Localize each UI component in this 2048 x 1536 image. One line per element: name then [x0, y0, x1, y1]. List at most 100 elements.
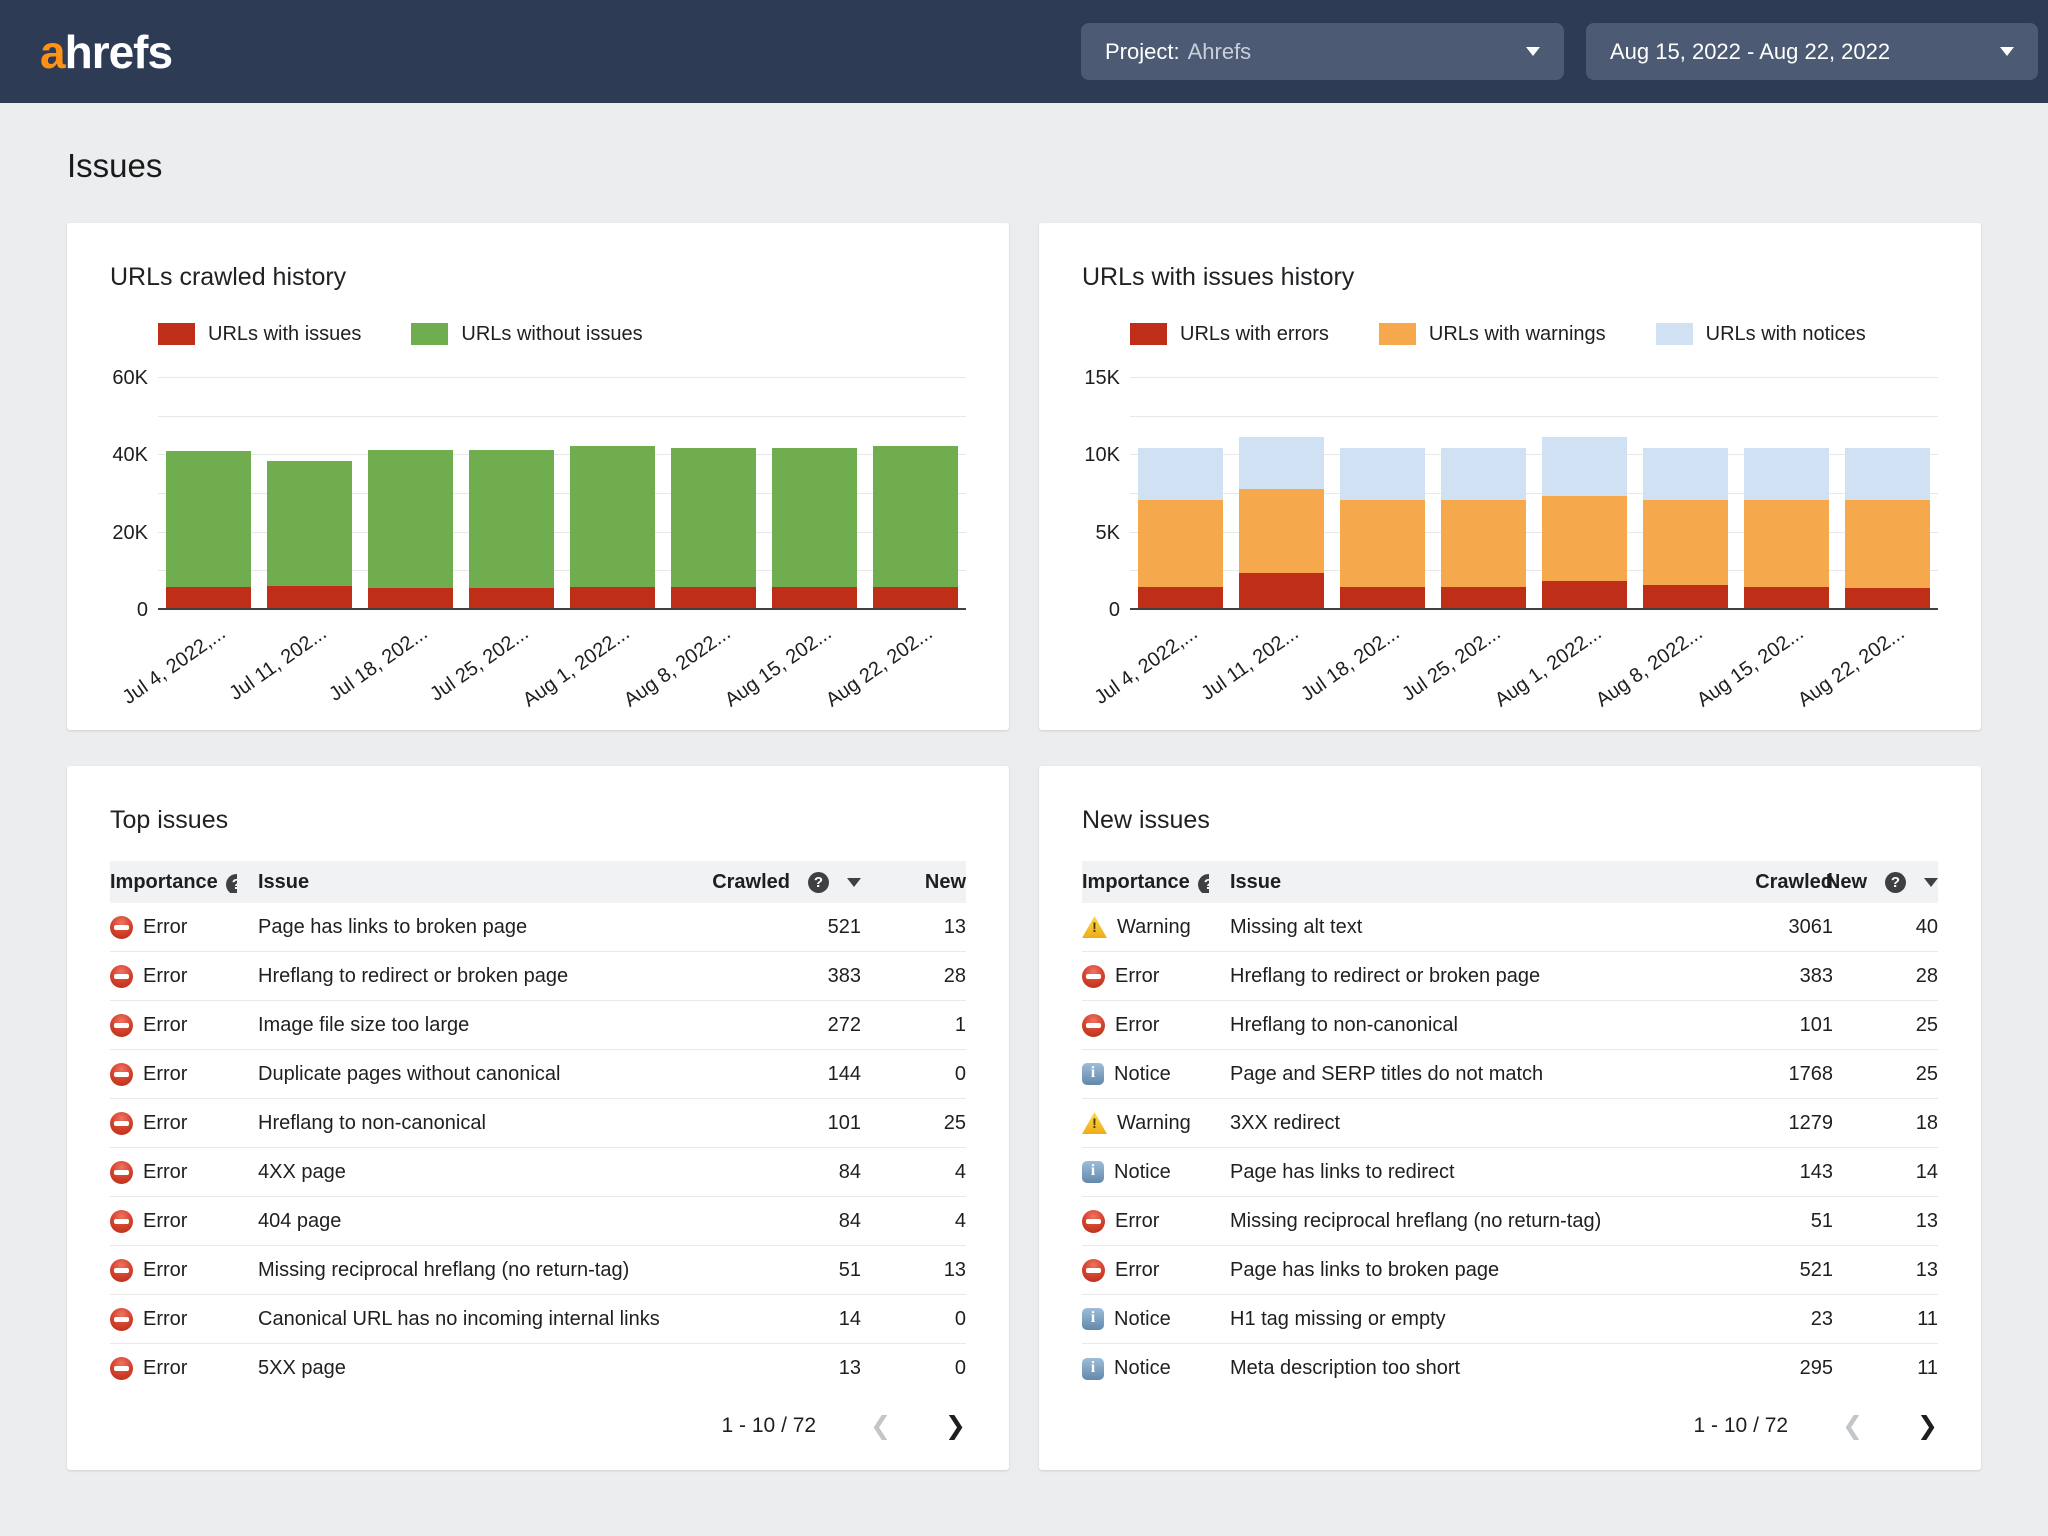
table-row[interactable]: Error Duplicate pages without canonical 14… — [110, 1050, 966, 1099]
issue-link[interactable]: Missing reciprocal hreflang (no return-t… — [1230, 1210, 1683, 1233]
bar-segment[interactable] — [1744, 500, 1829, 587]
issue-link[interactable]: Page has links to redirect — [1230, 1161, 1683, 1184]
table-row[interactable]: Error Hreflang to redirect or broken page… — [1082, 952, 1938, 1001]
bar-segment[interactable] — [1441, 586, 1526, 610]
bar-segment[interactable] — [1643, 500, 1728, 586]
bar-segment[interactable] — [1643, 585, 1728, 610]
bar-segment[interactable] — [368, 449, 453, 588]
issue-link[interactable]: Image file size too large — [258, 1014, 711, 1037]
bar-segment[interactable] — [267, 461, 352, 587]
issue-link[interactable]: 4XX page — [258, 1161, 711, 1184]
table-row[interactable]: Notice Page and SERP titles do not match 1… — [1082, 1050, 1938, 1099]
issue-link[interactable]: Hreflang to redirect or broken page — [258, 965, 711, 988]
help-icon-clipped[interactable]: ? — [1197, 872, 1209, 893]
table-row[interactable]: Notice H1 tag missing or empty 23 11 — [1082, 1295, 1938, 1344]
bar-segment[interactable] — [1340, 586, 1425, 610]
bar-segment[interactable] — [1542, 580, 1627, 610]
bar-segment[interactable] — [1643, 447, 1728, 501]
column-header-importance[interactable]: Importance? — [1082, 871, 1230, 894]
help-icon[interactable]: ? — [808, 871, 829, 893]
column-header-importance[interactable]: Importance? — [110, 871, 258, 894]
help-icon-clipped[interactable]: ? — [225, 872, 237, 893]
bar-segment[interactable] — [1138, 586, 1223, 610]
bar-segment[interactable] — [1845, 447, 1930, 501]
column-header-issue[interactable]: Issue — [258, 871, 711, 894]
table-row[interactable]: Notice Page has links to redirect 143 14 — [1082, 1148, 1938, 1197]
bar-segment[interactable] — [1138, 447, 1223, 501]
bar-segment[interactable] — [1239, 572, 1324, 610]
table-row[interactable]: Error Page has links to broken page 521 13 — [1082, 1246, 1938, 1295]
bar-segment[interactable] — [570, 445, 655, 587]
table-row[interactable]: Error 4XX page 84 4 — [110, 1148, 966, 1197]
table-row[interactable]: Error Hreflang to non-canonical 101 25 — [110, 1099, 966, 1148]
bar-segment[interactable] — [1542, 495, 1627, 581]
bar-segment[interactable] — [469, 449, 554, 588]
help-icon[interactable]: ? — [1885, 871, 1906, 893]
issue-link[interactable]: 3XX redirect — [1230, 1112, 1683, 1135]
table-row[interactable]: Error Hreflang to non-canonical 101 25 — [1082, 1001, 1938, 1050]
issue-link[interactable]: Page has links to broken page — [1230, 1259, 1683, 1282]
table-row[interactable]: Notice Meta description too short 295 11 — [1082, 1344, 1938, 1393]
chevron-right-icon[interactable]: ❯ — [945, 1411, 966, 1441]
issue-link[interactable]: H1 tag missing or empty — [1230, 1308, 1683, 1331]
bar-segment[interactable] — [873, 586, 958, 610]
issue-link[interactable]: Hreflang to redirect or broken page — [1230, 965, 1683, 988]
column-header-new[interactable]: New? — [1826, 871, 1938, 894]
bar-segment[interactable] — [873, 445, 958, 587]
table-row[interactable]: Error 404 page 84 4 — [110, 1197, 966, 1246]
bar-segment[interactable] — [1744, 586, 1829, 610]
table-row[interactable]: Error Canonical URL has no incoming inter… — [110, 1295, 966, 1344]
bar-segment[interactable] — [1239, 436, 1324, 490]
bar-segment[interactable] — [1138, 500, 1223, 587]
chevron-right-icon[interactable]: ❯ — [1917, 1411, 1938, 1441]
issue-link[interactable]: 404 page — [258, 1210, 711, 1233]
bar-segment[interactable] — [1845, 588, 1930, 610]
chevron-left-icon[interactable]: ❮ — [870, 1411, 891, 1441]
bar-segment[interactable] — [1542, 436, 1627, 496]
issue-link[interactable]: Hreflang to non-canonical — [1230, 1014, 1683, 1037]
table-row[interactable]: Error Missing reciprocal hreflang (no ret… — [110, 1246, 966, 1295]
bar-segment[interactable] — [1340, 500, 1425, 587]
table-row[interactable]: Error Image file size too large 272 1 — [110, 1001, 966, 1050]
bar-segment[interactable] — [166, 451, 251, 588]
column-header-crawled[interactable]: Crawled? — [711, 871, 861, 894]
bar-segment[interactable] — [368, 587, 453, 610]
bar-segment[interactable] — [1239, 489, 1324, 573]
column-header-crawled[interactable]: Crawled — [1683, 871, 1833, 894]
ahrefs-logo[interactable]: ahrefs — [40, 25, 173, 79]
bar-segment[interactable] — [1744, 447, 1829, 501]
table-row[interactable]: Error Page has links to broken page 521 13 — [110, 903, 966, 952]
issue-link[interactable]: Canonical URL has no incoming internal l… — [258, 1308, 711, 1331]
issue-link[interactable]: 5XX page — [258, 1357, 711, 1380]
issue-link[interactable]: Meta description too short — [1230, 1357, 1683, 1380]
issue-link[interactable]: Hreflang to non-canonical — [258, 1112, 711, 1135]
date-range-selector[interactable]: Aug 15, 2022 - Aug 22, 2022 — [1586, 23, 2038, 80]
bar-segment[interactable] — [469, 587, 554, 610]
bar-segment[interactable] — [166, 587, 251, 610]
bar-segment[interactable] — [671, 587, 756, 610]
bar-segment[interactable] — [1441, 500, 1526, 587]
bar-segment[interactable] — [772, 586, 857, 610]
column-header-issue[interactable]: Issue — [1230, 871, 1683, 894]
bar-segment[interactable] — [772, 447, 857, 587]
issue-link[interactable]: Missing reciprocal hreflang (no return-t… — [258, 1259, 711, 1282]
bar-segment[interactable] — [1845, 500, 1930, 589]
issue-link[interactable]: Page and SERP titles do not match — [1230, 1063, 1683, 1086]
bar-segment[interactable] — [671, 447, 756, 588]
issue-link[interactable]: Page has links to broken page — [258, 916, 711, 939]
issue-link[interactable]: Duplicate pages without canonical — [258, 1063, 711, 1086]
project-selector[interactable]: Project: Ahrefs — [1081, 23, 1564, 80]
bar-segment[interactable] — [1441, 447, 1526, 501]
table-row[interactable]: Error Missing reciprocal hreflang (no ret… — [1082, 1197, 1938, 1246]
bar-segment[interactable] — [570, 586, 655, 610]
table-row[interactable]: Warning Missing alt text 3061 40 — [1082, 903, 1938, 952]
table-row[interactable]: Error 5XX page 13 0 — [110, 1344, 966, 1393]
bar-segment[interactable] — [267, 586, 352, 610]
table-row[interactable]: Error Hreflang to redirect or broken page… — [110, 952, 966, 1001]
table-row[interactable]: Warning 3XX redirect 1279 18 — [1082, 1099, 1938, 1148]
column-header-new[interactable]: New — [861, 871, 966, 894]
chevron-left-icon[interactable]: ❮ — [1842, 1411, 1863, 1441]
issue-link[interactable]: Missing alt text — [1230, 916, 1683, 939]
table-rows: Warning Missing alt text 3061 40 Error Hrefla… — [1082, 903, 1938, 1393]
bar-segment[interactable] — [1340, 447, 1425, 501]
